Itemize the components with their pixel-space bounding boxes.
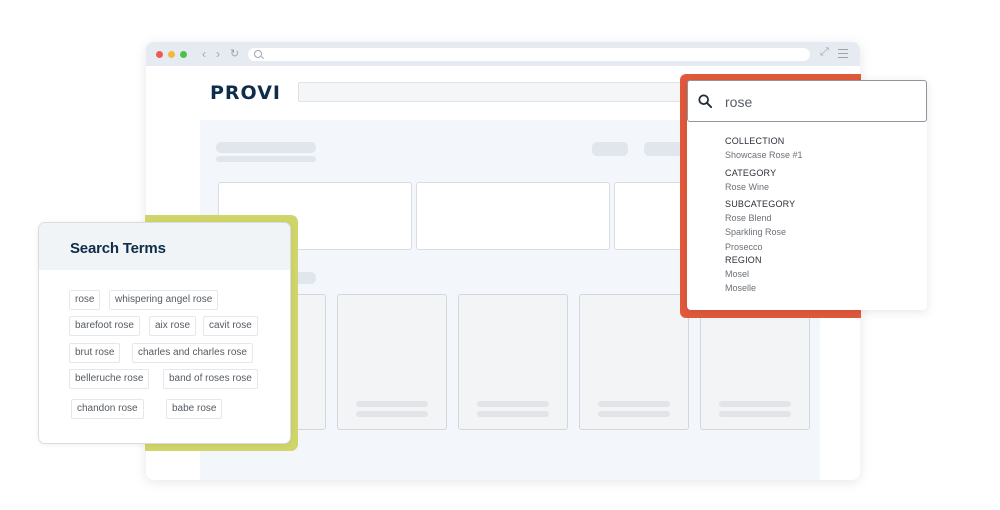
skeleton-line — [719, 401, 791, 407]
reload-icon[interactable]: ↻ — [230, 46, 239, 62]
search-icon — [254, 50, 262, 58]
suggestion-item[interactable]: Showcase Rose #1 — [725, 150, 803, 160]
section-heading-category: CATEGORY — [725, 168, 777, 178]
search-term-chip[interactable]: babe rose — [166, 399, 223, 419]
skeleton-line — [719, 411, 791, 417]
skeleton-line — [356, 401, 428, 407]
suggestion-item[interactable]: Prosecco — [725, 242, 763, 252]
suggestion-item[interactable]: Rose Blend — [725, 213, 772, 223]
search-dropdown: rose COLLECTION Showcase Rose #1 CATEGOR… — [687, 80, 927, 310]
placeholder-card — [416, 182, 610, 250]
search-term-chip[interactable]: rose — [69, 290, 101, 310]
search-input[interactable]: rose — [687, 80, 927, 122]
product-tile — [458, 294, 568, 430]
skeleton-line — [598, 401, 670, 407]
section-heading-subcategory: SUBCATEGORY — [725, 199, 796, 209]
expand-icon[interactable]: ⤢ — [820, 46, 829, 59]
search-term-chip[interactable]: band of roses rose — [163, 369, 258, 389]
suggestion-item[interactable]: Rose Wine — [725, 182, 769, 192]
search-term-chip[interactable]: belleruche rose — [69, 369, 150, 389]
browser-toolbar: ‹ › ↻ ⤢ — [146, 42, 860, 66]
provi-logo[interactable]: PROVI — [210, 82, 281, 104]
menu-icon[interactable] — [838, 49, 848, 58]
search-term-chip[interactable]: barefoot rose — [69, 316, 140, 336]
suggestion-item[interactable]: Mosel — [725, 269, 749, 279]
search-term-chip[interactable]: cavit rose — [203, 316, 258, 336]
skeleton-line — [477, 401, 549, 407]
search-term-chip[interactable]: aix rose — [149, 316, 197, 336]
search-icon — [698, 94, 712, 108]
search-terms-title: Search Terms — [70, 240, 166, 257]
skeleton-title — [216, 142, 316, 153]
forward-icon[interactable]: › — [216, 46, 220, 62]
minimize-window-button[interactable] — [168, 51, 175, 58]
skeleton-line — [356, 411, 428, 417]
search-terms-card: Search Terms rose whispering angel rose … — [38, 222, 291, 444]
search-query: rose — [725, 94, 753, 110]
search-term-chip[interactable]: chandon rose — [71, 399, 144, 419]
back-icon[interactable]: ‹ — [202, 46, 206, 62]
site-search-input[interactable] — [298, 82, 698, 102]
skeleton-line — [477, 411, 549, 417]
section-heading-region: REGION — [725, 255, 762, 265]
product-tile — [337, 294, 447, 430]
search-term-chip[interactable]: brut rose — [69, 343, 121, 363]
product-tile — [579, 294, 689, 430]
maximize-window-button[interactable] — [180, 51, 187, 58]
suggestion-item[interactable]: Moselle — [725, 283, 756, 293]
search-term-chip[interactable]: charles and charles rose — [132, 343, 253, 363]
address-bar[interactable] — [248, 48, 810, 61]
close-window-button[interactable] — [156, 51, 163, 58]
skeleton-line — [598, 411, 670, 417]
skeleton-button — [644, 142, 684, 156]
search-term-chip[interactable]: whispering angel rose — [109, 290, 219, 310]
skeleton-button — [592, 142, 628, 156]
suggestion-item[interactable]: Sparkling Rose — [725, 227, 786, 237]
skeleton-subtitle — [216, 156, 316, 162]
section-heading-collection: COLLECTION — [725, 136, 785, 146]
search-terms-header: Search Terms — [39, 223, 290, 270]
